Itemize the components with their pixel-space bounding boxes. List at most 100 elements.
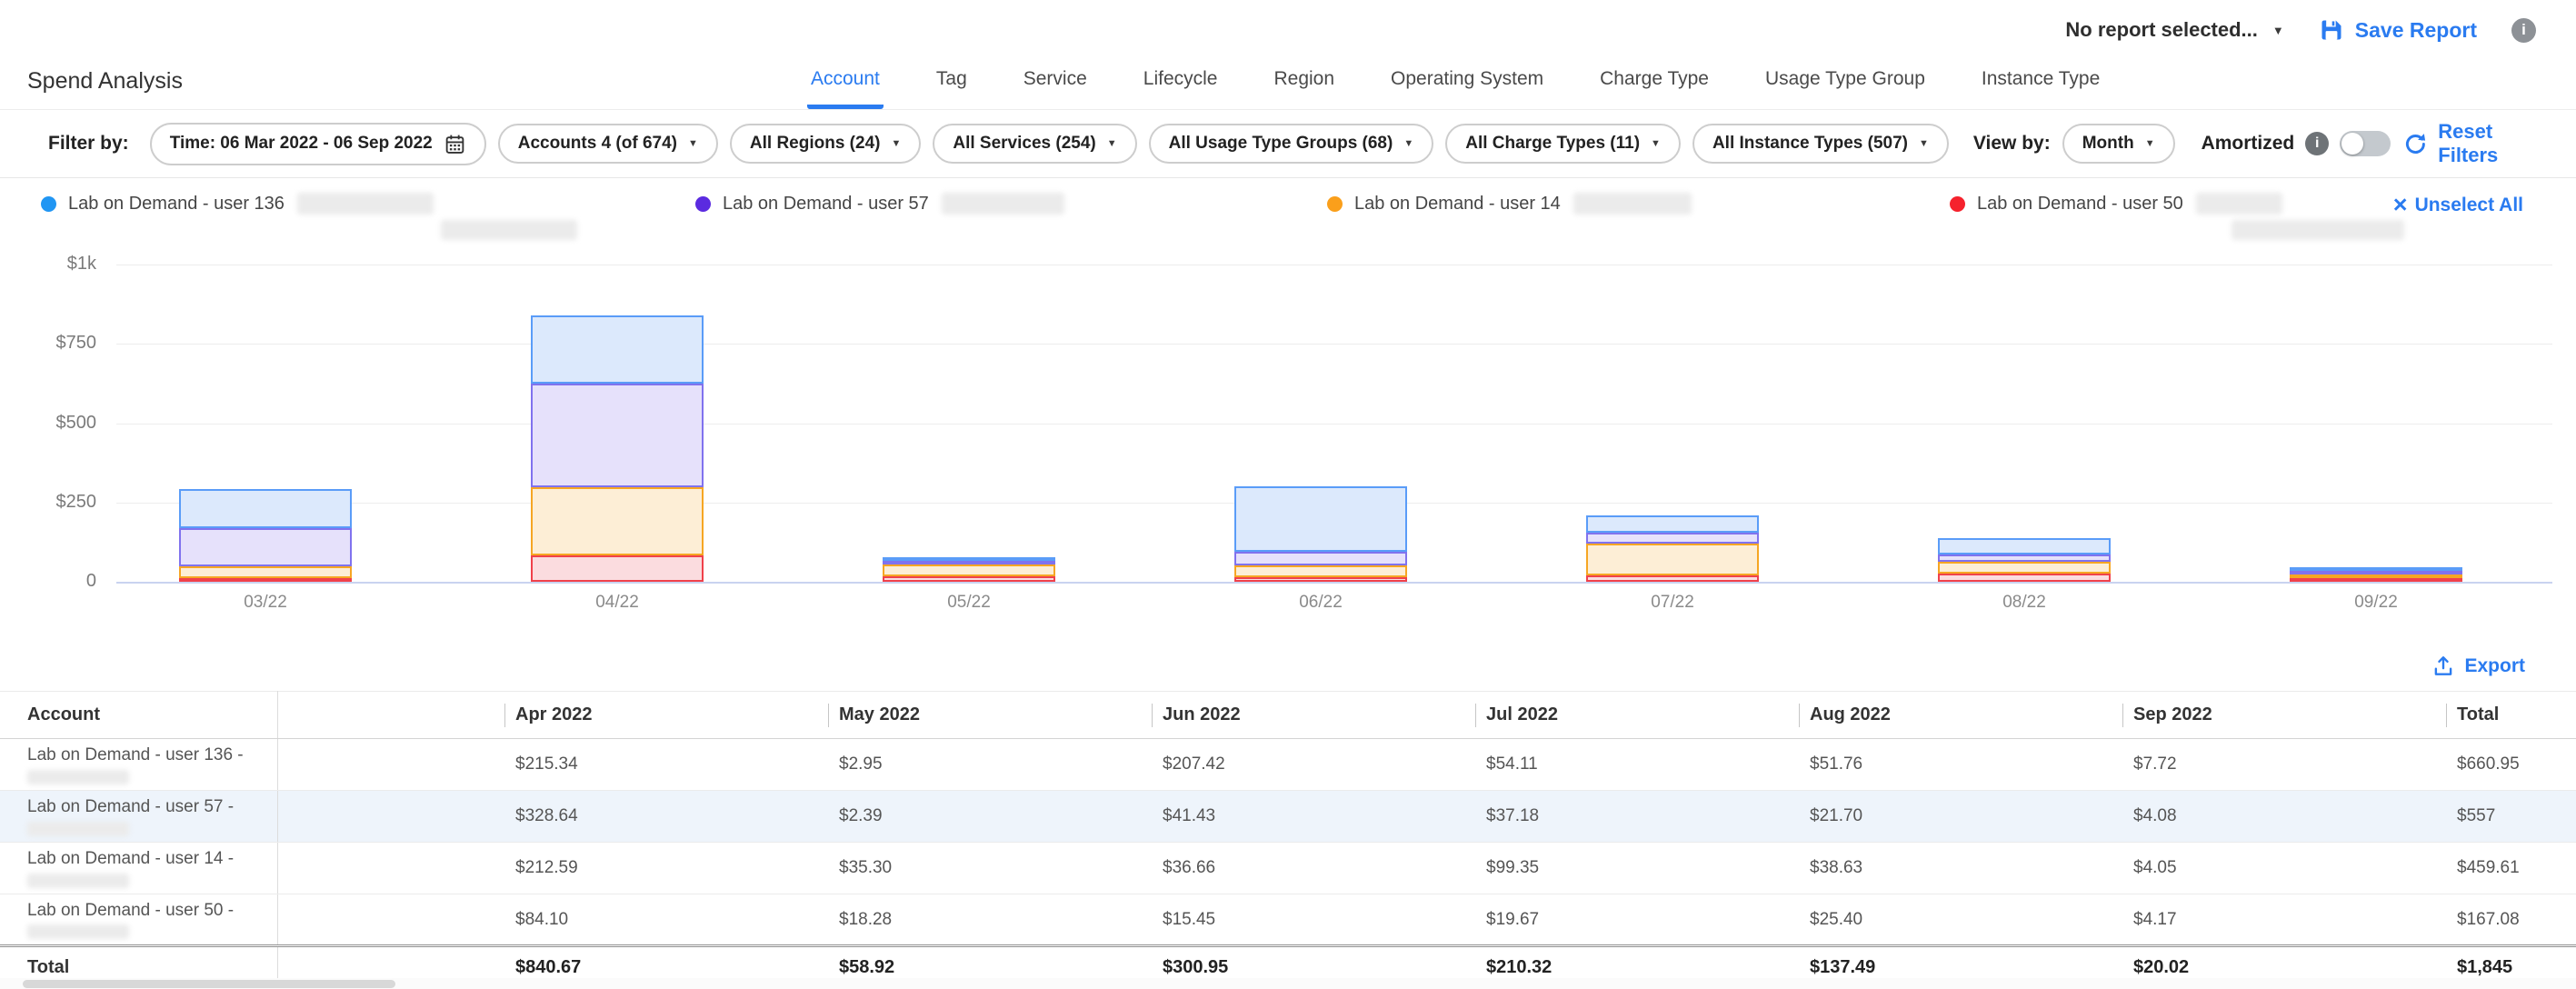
bar-segment-lab-on-demand-user-50[interactable] [531,555,704,582]
x-axis-tick-label: 06/22 [1257,593,1384,613]
bar-segment-lab-on-demand-user-50[interactable] [1234,577,1407,582]
spend-bar-chart: $1k$750$500$250003/2204/2205/2206/2207/2… [0,255,2576,641]
bar-segment-lab-on-demand-user-136[interactable] [1234,486,1407,552]
bar-segment-lab-on-demand-user-57[interactable] [179,528,352,567]
time-filter-value: Time: 06 Mar 2022 - 06 Sep 2022 [170,134,433,154]
filter-pill-all-services-254[interactable]: All Services (254)▼ [933,124,1136,164]
value-cell: $212.59 [504,843,828,894]
value-cell: $54.11 [1475,739,1799,791]
tab-tag[interactable]: Tag [933,68,971,109]
value-cell: $37.18 [1475,791,1799,843]
bar-segment-lab-on-demand-user-136[interactable] [179,489,352,527]
view-by-label: View by: [1973,133,2051,155]
account-name: Lab on Demand - user 50 - [27,900,277,922]
tab-region[interactable]: Region [1270,68,1338,109]
x-axis-tick-label: 07/22 [1609,593,1736,613]
table-row-lab-on-demand-user-136: Lab on Demand - user 136 -$215.34$2.95$2… [0,739,2576,791]
bar-segment-lab-on-demand-user-50[interactable] [883,576,1055,582]
bar-segment-lab-on-demand-user-50[interactable] [1938,574,2111,582]
tab-usage-type-group[interactable]: Usage Type Group [1762,68,1929,109]
report-selector-dropdown[interactable]: No report selected... ▼ [2065,18,2283,42]
value-cell: $4.17 [2122,894,2446,946]
bar-segment-lab-on-demand-user-136[interactable] [1938,538,2111,554]
bar-segment-lab-on-demand-user-57[interactable] [1586,533,1759,544]
tabs: Account Tag Service Lifecycle Region Operatin… [807,68,2103,109]
legend-label: Lab on Demand - user 50 [1977,194,2183,215]
bar-segment-lab-on-demand-user-136[interactable] [1586,515,1759,533]
info-icon[interactable]: i [2511,18,2536,43]
redacted-text [27,822,129,836]
column-header-total: Total [2446,692,2576,739]
legend-item-lab-on-demand-user-57[interactable]: Lab on Demand - user 57 [695,193,1064,215]
unselect-all-button[interactable]: × Unselect All [2393,193,2523,217]
chevron-down-icon: ▼ [1107,138,1117,149]
redacted-text [942,193,1064,215]
gridline [116,582,2552,584]
chevron-down-icon: ▼ [688,138,698,149]
unselect-all-label: Unselect All [2415,195,2523,216]
amortized-toggle[interactable] [2340,131,2391,156]
calendar-icon [444,133,466,155]
view-by-dropdown[interactable]: Month ▼ [2062,124,2175,164]
value-cell: $18.28 [828,894,1152,946]
reset-filters-label: Reset Filters [2438,120,2534,167]
value-cell: $660.95 [2446,739,2576,791]
tab-account[interactable]: Account [807,68,884,109]
legend-item-lab-on-demand-user-136[interactable]: Lab on Demand - user 136 [41,193,434,215]
legend-item-lab-on-demand-user-50[interactable]: Lab on Demand - user 50 [1950,193,2282,215]
stacked-bar-05-22 [883,557,1055,582]
filter-pill-all-regions-24[interactable]: All Regions (24)▼ [730,124,921,164]
tab-charge-type[interactable]: Charge Type [1596,68,1712,109]
refresh-icon [2402,132,2427,156]
tab-operating-system[interactable]: Operating System [1387,68,1547,109]
time-filter-pill[interactable]: Time: 06 Mar 2022 - 06 Sep 2022 [150,123,486,165]
column-header-jul-2022: Jul 2022 [1475,692,1799,739]
legend-dot [1950,196,1965,212]
table-row-lab-on-demand-user-50: Lab on Demand - user 50 -$84.10$18.28$15… [0,894,2576,946]
tab-instance-type[interactable]: Instance Type [1978,68,2103,109]
chevron-down-icon: ▼ [891,138,901,149]
chart-legend: × Unselect All Lab on Demand - user 136 L… [0,178,2576,255]
table-body: Lab on Demand - user 136 -$215.34$2.95$2… [0,739,2576,988]
y-axis-tick-label: $500 [25,413,96,434]
y-axis-tick-label: $1k [25,254,96,275]
legend-label: Lab on Demand - user 136 [68,194,285,215]
value-cell: $15.45 [1152,894,1475,946]
x-axis-tick-label: 05/22 [905,593,1033,613]
export-button[interactable]: Export [2464,655,2525,677]
bar-segment-lab-on-demand-user-14[interactable] [1234,565,1407,577]
filter-pill-all-charge-types-11[interactable]: All Charge Types (11)▼ [1445,124,1681,164]
save-report-button[interactable]: Save Report [2319,17,2477,43]
reset-filters-button[interactable]: Reset Filters [2402,120,2534,167]
bar-segment-lab-on-demand-user-57[interactable] [531,384,704,488]
bar-segment-lab-on-demand-user-14[interactable] [179,566,352,578]
stacked-bar-07-22 [1586,515,1759,582]
bar-segment-lab-on-demand-user-14[interactable] [1938,562,2111,574]
legend-item-lab-on-demand-user-14[interactable]: Lab on Demand - user 14 [1327,193,1692,215]
stacked-bar-04-22 [531,315,704,582]
tab-service[interactable]: Service [1020,68,1091,109]
bar-segment-lab-on-demand-user-50[interactable] [2290,578,2462,582]
chevron-down-icon: ▼ [1919,138,1929,149]
horizontal-scrollbar-track [0,978,2576,989]
value-cell: $2.39 [828,791,1152,843]
bar-segment-lab-on-demand-user-136[interactable] [531,315,704,384]
bar-segment-lab-on-demand-user-14[interactable] [883,564,1055,575]
save-report-label: Save Report [2355,18,2477,43]
amortized-label: Amortized [2202,133,2295,155]
x-axis-tick-label: 08/22 [1961,593,2088,613]
filter-pill-all-instance-types-507[interactable]: All Instance Types (507)▼ [1692,124,1949,164]
bar-segment-lab-on-demand-user-14[interactable] [1586,544,1759,575]
bar-segment-lab-on-demand-user-14[interactable] [531,487,704,554]
view-by-value: Month [2082,134,2134,154]
y-axis-tick-label: $250 [25,492,96,513]
tab-lifecycle[interactable]: Lifecycle [1140,68,1222,109]
bar-segment-lab-on-demand-user-57[interactable] [1938,554,2111,562]
bar-segment-lab-on-demand-user-50[interactable] [179,578,352,582]
bar-segment-lab-on-demand-user-57[interactable] [1234,552,1407,564]
horizontal-scrollbar-thumb[interactable] [23,980,395,988]
filter-pill-all-usage-type-groups-68[interactable]: All Usage Type Groups (68)▼ [1149,124,1434,164]
info-icon[interactable]: i [2305,132,2329,155]
bar-segment-lab-on-demand-user-50[interactable] [1586,575,1759,582]
filter-pill-accounts-4-of-674[interactable]: Accounts 4 (of 674)▼ [498,124,718,164]
